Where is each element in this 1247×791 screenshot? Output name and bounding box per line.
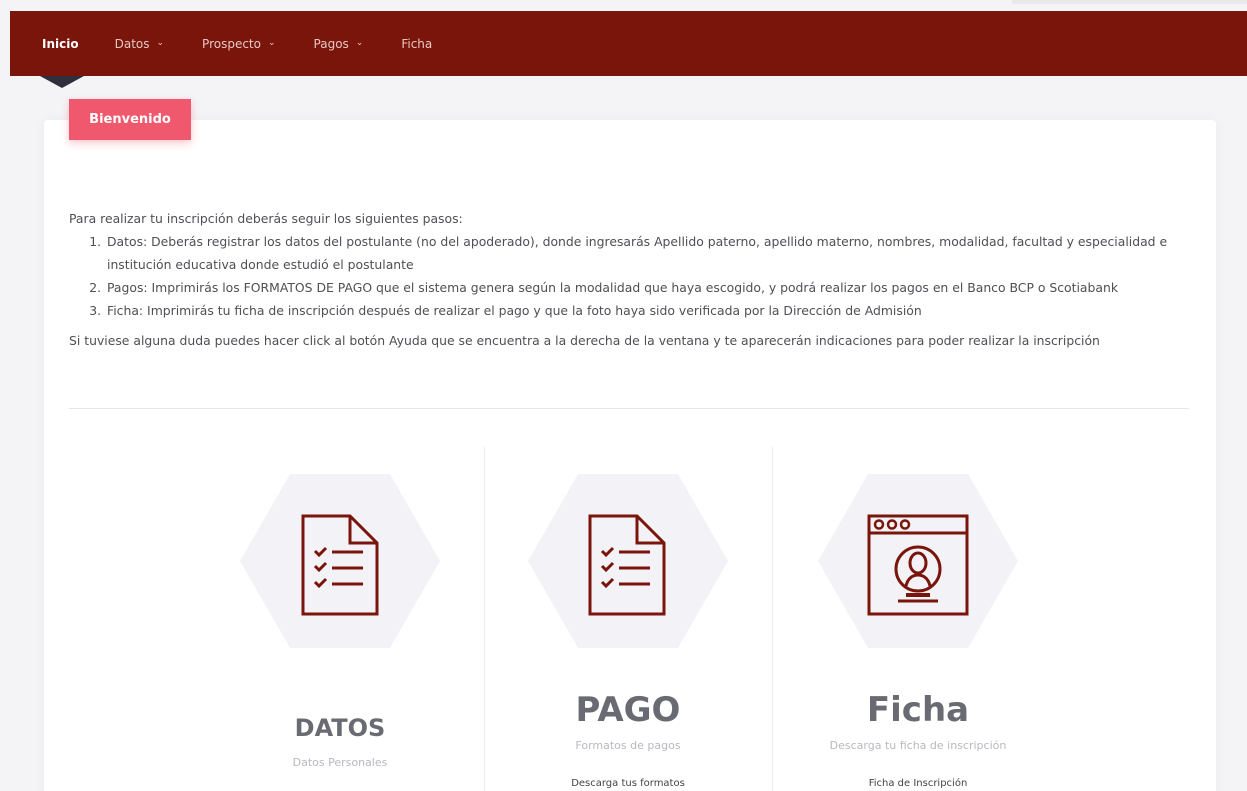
- feature-title: Ficha: [866, 690, 970, 730]
- help-note: Si tuviese alguna duda puedes hacer clic…: [69, 333, 1100, 348]
- nav-item-inicio[interactable]: Inicio: [42, 37, 79, 51]
- instructions-intro: Para realizar tu inscripción deberás seg…: [69, 211, 463, 226]
- checklist-document-icon: [301, 514, 379, 616]
- main-navbar: Inicio Datos ⌄ Prospecto ⌄ Pagos ⌄ Ficha: [10, 11, 1247, 76]
- step-item-ficha: Ficha: Imprimirás tu ficha de inscripció…: [105, 299, 1189, 322]
- chevron-down-icon: ⌄: [156, 37, 165, 48]
- section-divider: [69, 408, 1189, 409]
- nav-item-label: Datos: [114, 36, 150, 51]
- feature-subtitle: Formatos de pagos: [575, 739, 681, 752]
- feature-title: PAGO: [575, 690, 681, 730]
- nav-item-label: Prospecto: [202, 36, 261, 51]
- nav-item-label: Pagos: [313, 36, 349, 51]
- welcome-badge: Bienvenido: [69, 99, 191, 140]
- nav-item-label: Ficha: [401, 36, 433, 51]
- feature-title: DATOS: [294, 714, 386, 742]
- active-tab-notch: [40, 76, 84, 88]
- instructions-block: Para realizar tu inscripción deberás seg…: [69, 207, 1189, 352]
- nav-item-datos[interactable]: Datos ⌄: [115, 37, 164, 51]
- chevron-down-icon: ⌄: [267, 37, 276, 48]
- top-right-strip: [1012, 0, 1247, 4]
- step-item-datos: Datos: Deberás registrar los datos del p…: [105, 230, 1189, 276]
- feature-subtitle: Datos Personales: [292, 756, 388, 769]
- profile-window-icon: [867, 514, 969, 616]
- download-formats-link[interactable]: Descarga tus formatos: [478, 778, 778, 789]
- nav-item-ficha[interactable]: Ficha: [401, 37, 432, 51]
- registration-form-link[interactable]: Ficha de Inscripción: [768, 778, 1068, 789]
- checklist-document-icon: [588, 514, 666, 616]
- steps-list: Datos: Deberás registrar los datos del p…: [105, 230, 1189, 322]
- nav-item-prospecto[interactable]: Prospecto ⌄: [202, 37, 275, 51]
- nav-item-label: Inicio: [42, 36, 79, 51]
- nav-item-pagos[interactable]: Pagos ⌄: [314, 37, 364, 51]
- step-item-pagos: Pagos: Imprimirás los FORMATOS DE PAGO q…: [105, 276, 1189, 299]
- feature-subtitle: Descarga tu ficha de inscripción: [829, 739, 1007, 752]
- chevron-down-icon: ⌄: [355, 37, 364, 48]
